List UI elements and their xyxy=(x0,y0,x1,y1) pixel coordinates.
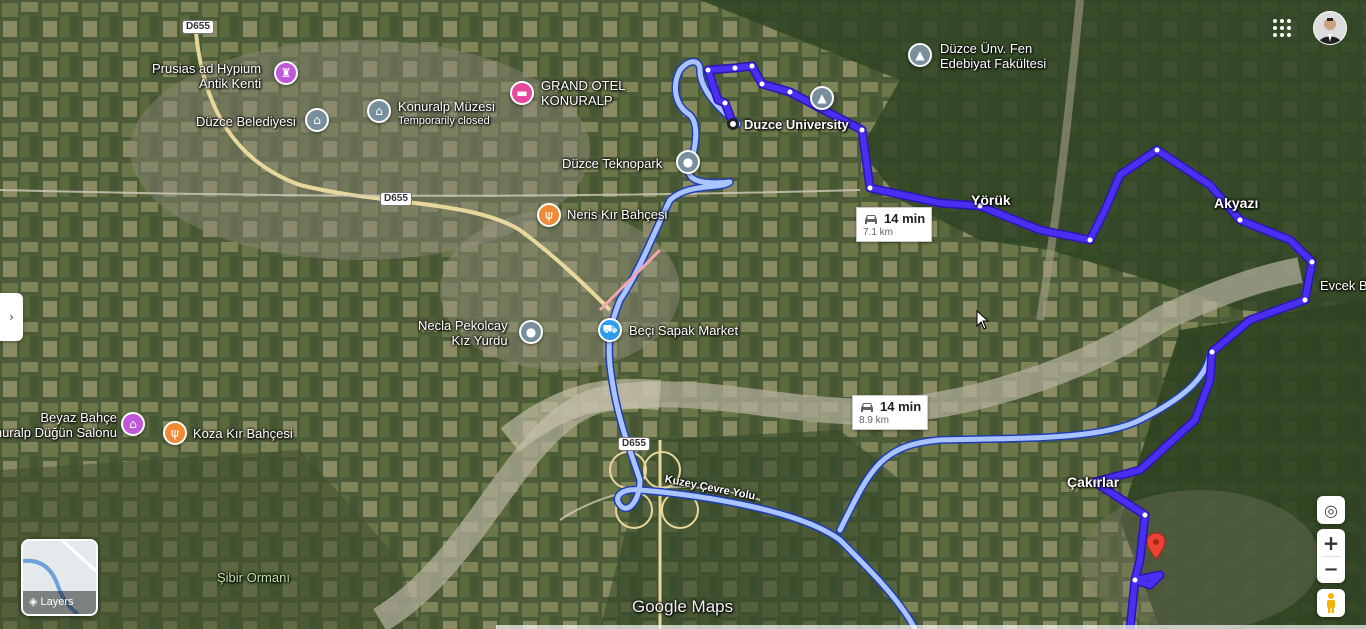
route-card-selected[interactable]: 14 min 7.1 km xyxy=(856,207,933,242)
poi-label: Necla Pekolcay Kız Yurdu xyxy=(418,318,508,348)
chevron-right-icon: › xyxy=(9,310,14,324)
avatar[interactable] xyxy=(1313,11,1347,45)
mouse-cursor-icon xyxy=(976,310,990,330)
route-time: 14 min xyxy=(880,399,922,414)
school-icon[interactable]: ▲ xyxy=(810,86,834,110)
poi-label: Düzce Teknopark xyxy=(562,156,663,171)
poi-label: Neris Kır Bahçesi xyxy=(567,207,668,222)
destination-pin-icon[interactable] xyxy=(1146,532,1166,560)
zoom-out-button[interactable]: − xyxy=(1323,557,1338,583)
layers-label: Layers xyxy=(40,595,74,608)
apps-grid-icon[interactable] xyxy=(1270,16,1294,40)
zoom-controls: + − xyxy=(1317,529,1345,583)
shopping-cart-icon[interactable]: ⛟ xyxy=(598,318,622,342)
poi-label: Prusias ad Hypium Antik Kenti xyxy=(152,61,262,91)
location-icon[interactable]: ● xyxy=(676,150,700,174)
location-icon[interactable]: ● xyxy=(519,320,543,344)
road-shield: D655 xyxy=(618,437,650,451)
area-label-akyazi: Akyazı xyxy=(1214,195,1259,211)
route-time: 14 min xyxy=(884,211,926,226)
restaurant-icon[interactable]: ψ xyxy=(537,203,561,227)
hotel-icon[interactable]: ▬ xyxy=(510,81,534,105)
area-label-sibir-ormani: Şibir Ormanı xyxy=(217,570,290,585)
layers-icon: ◈ xyxy=(29,595,38,608)
government-icon[interactable]: ⌂ xyxy=(305,108,329,132)
area-label-yoruk: Yörük xyxy=(971,192,1011,208)
origin-label: Duzce University xyxy=(744,117,849,132)
street-view-pegman-button[interactable] xyxy=(1317,589,1345,617)
poi-label: Düzce Belediyesi xyxy=(196,114,296,129)
zoom-in-button[interactable]: + xyxy=(1323,530,1340,556)
origin-dot-icon[interactable] xyxy=(727,118,739,130)
poi-label: Konuralp Müzesi xyxy=(398,99,495,114)
layers-button[interactable]: ◈ Layers xyxy=(21,539,98,616)
user-avatar-icon xyxy=(1318,18,1342,44)
museum-icon[interactable]: ⌂ xyxy=(367,99,391,123)
poi-label: GRAND OTEL KONURALP xyxy=(541,78,626,108)
poi-label: Düzce Ünv. Fen Edebiyat Fakültesi xyxy=(940,41,1047,71)
area-label-evcek: Evcek B xyxy=(1320,278,1366,293)
attribution-bar xyxy=(496,625,1366,629)
wedding-hall-icon[interactable]: ⌂ xyxy=(121,412,145,436)
restaurant-icon[interactable]: ψ xyxy=(163,421,187,445)
route-distance: 7.1 km xyxy=(863,227,894,238)
car-icon xyxy=(865,214,877,224)
route-card-alternative[interactable]: 14 min 8.9 km xyxy=(852,395,929,430)
poi-status: Temporarily closed xyxy=(398,115,490,127)
alternative-route-line xyxy=(605,57,1214,629)
car-icon xyxy=(861,402,873,412)
poi-label: Beçi Sapak Market xyxy=(629,323,739,338)
road-shield: D655 xyxy=(380,192,412,206)
route-distance: 8.9 km xyxy=(859,415,890,426)
crosshair-icon: ◎ xyxy=(1324,500,1338,520)
pegman-icon xyxy=(1327,593,1335,613)
poi-label: Beyaz Bahçe Konuralp Düğün Salonu xyxy=(0,410,117,440)
poi-label: Koza Kır Bahçesi xyxy=(193,426,293,441)
map-canvas[interactable]: D655 D655 D655 Kuzey Çevre Yolu Prusias … xyxy=(0,0,1366,629)
area-label-cakirlar: Çakırlar xyxy=(1067,474,1120,490)
school-icon[interactable]: ▲ xyxy=(908,43,932,67)
my-location-button[interactable]: ◎ xyxy=(1317,496,1345,524)
google-maps-logo: Google Maps xyxy=(632,597,734,616)
road-shield: D655 xyxy=(182,20,214,34)
expand-side-panel-button[interactable]: › xyxy=(0,293,23,341)
monument-icon[interactable]: ♜ xyxy=(274,61,298,85)
